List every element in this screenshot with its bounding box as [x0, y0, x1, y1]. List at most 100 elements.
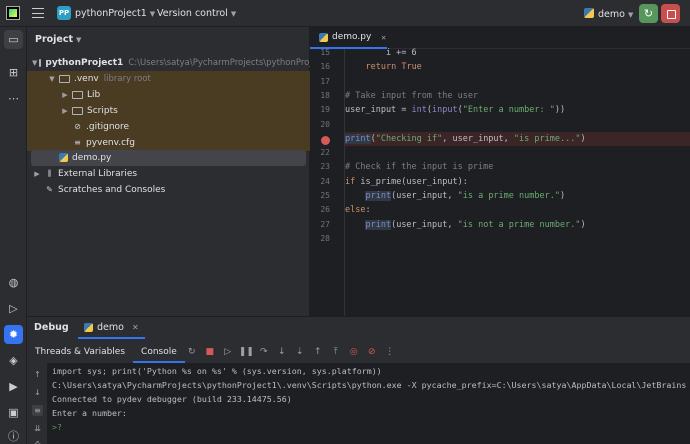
tree-item-scripts[interactable]: ▶ Scripts	[27, 103, 310, 119]
mute-breakpoints-icon[interactable]: ⊘	[365, 347, 379, 357]
expand-arrow-icon[interactable]: ▼	[47, 75, 57, 83]
code-token: (user_input,	[391, 219, 458, 230]
tab-threads-variables[interactable]: Threads & Variables	[27, 341, 133, 363]
project-title-label: Project	[35, 34, 74, 45]
tree-item-scratches[interactable]: ✎ Scratches and Consoles	[27, 182, 310, 198]
print-icon[interactable]: ⎙	[32, 439, 43, 444]
services-icon[interactable]: ▶	[4, 377, 23, 396]
run-configuration-selector[interactable]: demo ▼	[584, 8, 633, 20]
more-options-icon[interactable]: ⋮	[383, 347, 397, 357]
view-breakpoints-icon[interactable]: ◎	[347, 347, 361, 357]
code-line-16: return True	[345, 60, 690, 74]
tree-item-label: pyvenv.cfg	[86, 137, 135, 148]
stop-button[interactable]	[661, 4, 680, 23]
code-token: print	[365, 191, 392, 201]
main-menu-icon[interactable]	[32, 8, 44, 18]
tree-item-venv[interactable]: ▼ .venv library root	[27, 71, 310, 87]
code-line-21-breakpoint: print("Checking if", user_input, "is pri…	[345, 131, 690, 147]
step-out-icon[interactable]: ↑	[311, 347, 325, 357]
scroll-up-icon[interactable]: ↑	[32, 369, 43, 380]
expand-arrow-icon[interactable]: ▶	[60, 91, 70, 99]
code-token: else	[345, 205, 366, 216]
line-number: 24	[320, 176, 330, 186]
rerun-icon[interactable]: ↻	[185, 347, 199, 357]
code-line-27: print(user_input, "is not a prime number…	[345, 218, 690, 232]
problems-icon[interactable]: ⓘ	[4, 427, 23, 444]
scroll-to-end-icon[interactable]: ⇊	[32, 423, 43, 434]
project-pane-title[interactable]: Project ▼	[35, 34, 81, 45]
debug-session-tab[interactable]: demo ✕	[78, 317, 145, 339]
resume-icon[interactable]: ▷	[221, 347, 235, 357]
code-token: "is not a prime number."	[457, 219, 581, 230]
tree-item-path: C:\Users\satya\PycharmProjects\pythonPro…	[128, 57, 310, 68]
tree-item-lib[interactable]: ▶ Lib	[27, 87, 310, 103]
tree-item-gitignore[interactable]: ⊘ .gitignore	[27, 119, 310, 135]
libraries-icon: ⫼	[47, 168, 52, 178]
structure-icon[interactable]: ⊞	[4, 63, 23, 82]
tree-item-hint: library root	[103, 73, 151, 84]
soft-wrap-icon[interactable]: ≡	[32, 405, 43, 416]
expand-arrow-icon[interactable]: ▼	[32, 59, 37, 67]
title-bar: PP pythonProject1 ▼ Version control ▼ demo…	[0, 0, 690, 27]
python-file-icon	[319, 32, 328, 42]
console-input-prompt[interactable]: >?	[52, 420, 62, 434]
debug-title: Debug	[34, 322, 69, 333]
code-token: is_prime(user_input):	[355, 176, 468, 187]
debug-icon[interactable]: ✹	[4, 325, 23, 344]
scratches-icon: ✎	[46, 184, 53, 194]
line-number: 22	[320, 148, 330, 158]
code-token: if	[345, 176, 356, 187]
tree-item-root[interactable]: ▼ pythonProject1 C:\Users\satya\PycharmP…	[27, 55, 310, 71]
code-token: "is a prime number."	[457, 191, 560, 201]
project-switcher[interactable]: pythonProject1 ▼	[75, 8, 155, 19]
code-line-23: # Check if the input is prime	[345, 160, 690, 174]
tree-item-label: demo.py	[72, 152, 112, 163]
version-control-menu[interactable]: Version control ▼	[157, 8, 236, 19]
rerun-button[interactable]: ↻	[639, 4, 658, 23]
breakpoint-icon[interactable]	[321, 136, 330, 146]
tree-item-demo-py[interactable]: demo.py	[31, 150, 306, 166]
code-token: print	[345, 133, 371, 144]
step-into-icon[interactable]: ↓	[275, 347, 289, 357]
code-area[interactable]: i += 6 return True # Take input from the…	[345, 46, 690, 316]
python-packages-icon[interactable]: ◍	[4, 273, 23, 292]
code-token: input	[432, 105, 458, 116]
run-icon[interactable]: ▷	[4, 299, 23, 318]
code-line-15: i += 6	[345, 46, 690, 60]
debug-subtabs: Threads & Variables Console ↻ ■ ▷ ❚❚ ↷ ↓…	[27, 341, 690, 363]
line-number: 15	[320, 48, 330, 57]
line-number: 27	[320, 219, 330, 229]
close-icon[interactable]: ✕	[381, 33, 386, 42]
code-token: i += 6	[345, 48, 417, 58]
tree-item-label: Scripts	[87, 105, 118, 116]
expand-arrow-icon[interactable]: ▶	[60, 107, 70, 115]
code-token: :	[365, 205, 371, 216]
step-over-icon[interactable]: ↷	[257, 347, 271, 357]
tab-console[interactable]: Console	[133, 341, 185, 363]
run-config-label: demo	[598, 9, 625, 20]
debug-console-output[interactable]: import sys; print('Python %s on %s' % (s…	[47, 363, 690, 444]
tree-item-external-libraries[interactable]: ▶ ⫼ External Libraries	[27, 166, 310, 182]
close-icon[interactable]: ✕	[132, 323, 139, 332]
run-to-cursor-icon[interactable]: ⤒	[329, 347, 343, 357]
more-tools-icon[interactable]: ⋯	[4, 89, 23, 108]
terminal-icon[interactable]: ▣	[4, 403, 23, 422]
code-token: True	[401, 62, 422, 73]
code-token: int	[411, 105, 427, 116]
chevron-down-icon: ▼	[627, 11, 634, 19]
code-token: )	[559, 191, 566, 201]
step-into-my-code-icon[interactable]: ⇣	[293, 347, 307, 357]
tree-item-pyvenv[interactable]: ≡ pyvenv.cfg	[27, 135, 310, 151]
stop-icon[interactable]: ■	[203, 347, 217, 357]
expand-arrow-icon[interactable]: ▶	[32, 170, 42, 178]
scroll-down-icon[interactable]: ↓	[32, 387, 43, 398]
code-editor: demo.py ✕ 15 16 17 18 19 20 22 23 24 25 …	[310, 27, 690, 316]
project-folder-icon[interactable]: ▭	[4, 30, 23, 49]
line-number-gutter[interactable]: 15 16 17 18 19 20 22 23 24 25 26 27 28	[310, 48, 344, 316]
pause-icon[interactable]: ❚❚	[239, 347, 254, 357]
layers-icon[interactable]: ◈	[4, 351, 23, 370]
project-badge[interactable]: PP	[57, 6, 71, 20]
console-line: Enter a number:	[52, 408, 127, 418]
